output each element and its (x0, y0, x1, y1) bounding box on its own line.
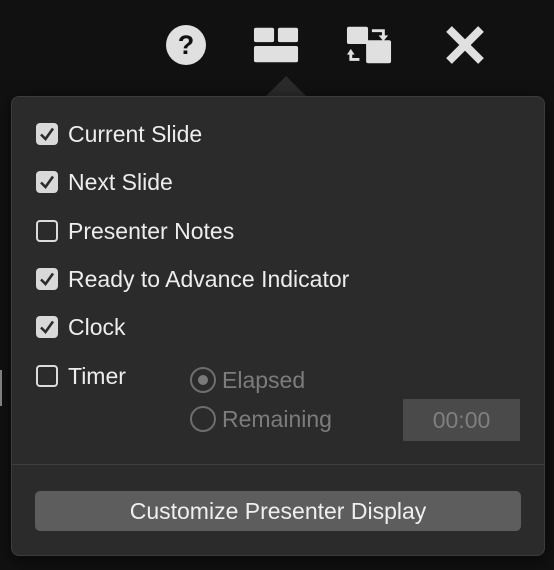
layout-icon[interactable] (253, 22, 299, 68)
radio-selected-dot (198, 375, 208, 385)
close-icon[interactable] (442, 22, 488, 68)
swap-displays-icon[interactable] (346, 22, 392, 68)
radio-elapsed[interactable] (190, 367, 216, 393)
option-label: Next Slide (68, 168, 173, 195)
checkmark-icon (40, 320, 55, 335)
checkmark-icon (40, 272, 55, 287)
option-clock[interactable]: Clock (36, 312, 126, 342)
radio-label: Elapsed (222, 366, 306, 393)
timer-duration-field[interactable]: 00:00 (403, 399, 520, 441)
presenter-display-options-popover: Current Slide Next Slide Presenter Notes… (11, 96, 545, 556)
checkbox-ready-to-advance[interactable] (36, 268, 58, 290)
option-timer[interactable]: Timer (36, 361, 126, 391)
divider (12, 464, 544, 465)
checkbox-clock[interactable] (36, 316, 58, 338)
checkmark-icon (40, 127, 55, 142)
checkbox-next-slide[interactable] (36, 171, 58, 193)
option-current-slide[interactable]: Current Slide (36, 119, 202, 149)
checkbox-current-slide[interactable] (36, 123, 58, 145)
timer-mode-elapsed[interactable]: Elapsed (190, 365, 305, 395)
option-label: Current Slide (68, 120, 203, 147)
radio-label: Remaining (222, 405, 332, 432)
checkbox-timer[interactable] (36, 365, 58, 387)
option-next-slide[interactable]: Next Slide (36, 167, 173, 197)
checkbox-presenter-notes[interactable] (36, 220, 58, 242)
option-label: Clock (68, 313, 126, 340)
timer-mode-remaining[interactable]: Remaining (190, 404, 332, 434)
option-ready-to-advance[interactable]: Ready to Advance Indicator (36, 264, 349, 294)
option-presenter-notes[interactable]: Presenter Notes (36, 216, 234, 246)
option-label: Presenter Notes (68, 217, 235, 244)
customize-presenter-display-button[interactable]: Customize Presenter Display (35, 491, 521, 531)
popover-arrow (266, 76, 306, 96)
option-label: Timer (68, 362, 126, 389)
radio-remaining[interactable] (190, 406, 216, 432)
checkmark-icon (40, 175, 55, 190)
svg-text:?: ? (178, 30, 195, 60)
option-label: Ready to Advance Indicator (68, 265, 350, 292)
window-edge (0, 370, 2, 406)
help-icon[interactable]: ? (163, 22, 209, 68)
